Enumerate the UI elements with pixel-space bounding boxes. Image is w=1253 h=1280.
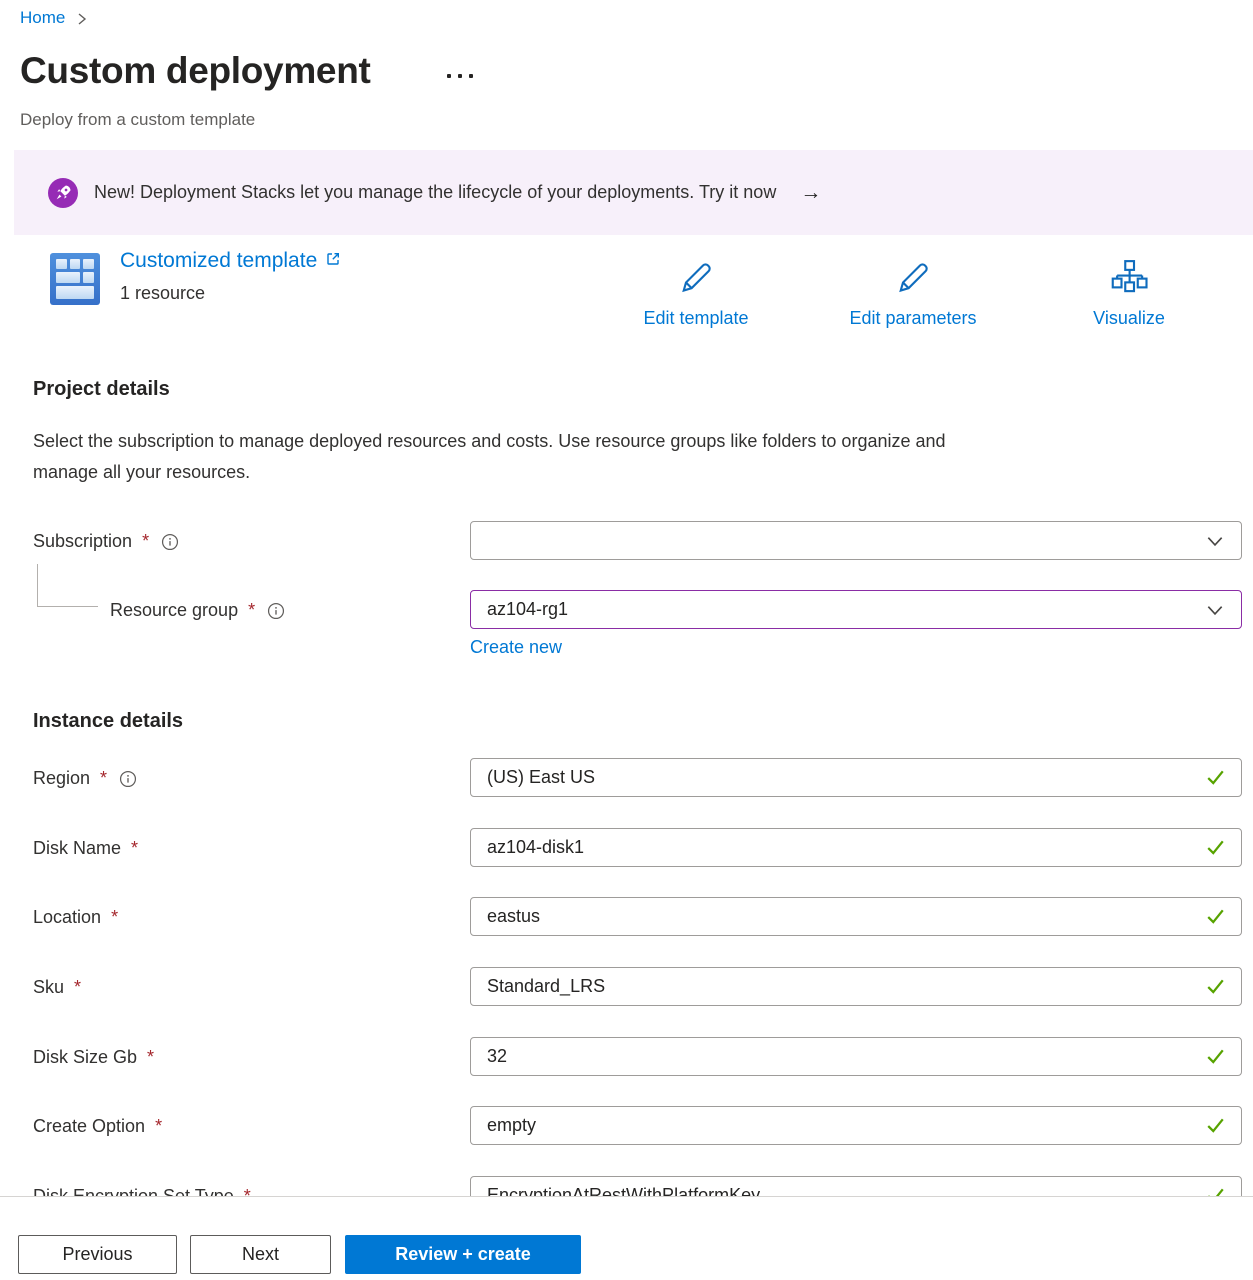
disk-size-gb-label: Disk Size Gb*: [33, 1047, 154, 1068]
region-input[interactable]: (US) East US: [470, 758, 1242, 797]
instance-details-heading: Instance details: [33, 710, 183, 733]
sku-input[interactable]: Standard_LRS: [470, 967, 1242, 1006]
deployment-stacks-banner[interactable]: New! Deployment Stacks let you manage th…: [14, 150, 1253, 235]
description-line-2: manage all your resources.: [33, 457, 1193, 488]
more-menu-icon[interactable]: [447, 74, 473, 78]
subscription-dropdown[interactable]: [470, 521, 1242, 560]
sku-label: Sku*: [33, 977, 81, 998]
create-option-input[interactable]: empty: [470, 1106, 1242, 1145]
chevron-down-icon: [1205, 600, 1225, 620]
subscription-label: Subscription*: [33, 531, 179, 552]
region-label: Region*: [33, 768, 137, 789]
banner-text: New! Deployment Stacks let you manage th…: [94, 182, 776, 203]
valid-check-icon: [1206, 978, 1225, 995]
chevron-down-icon: [1205, 531, 1225, 551]
disk-name-input[interactable]: az104-disk1: [470, 828, 1242, 867]
disk-name-label: Disk Name*: [33, 838, 138, 859]
required-asterisk: *: [147, 1047, 154, 1068]
pencil-icon: [676, 258, 716, 303]
valid-check-icon: [1206, 908, 1225, 925]
org-chart-icon: [1109, 258, 1149, 303]
template-icon: [50, 253, 100, 305]
required-asterisk: *: [74, 977, 81, 998]
customized-template-link[interactable]: Customized template: [120, 249, 341, 273]
location-label: Location*: [33, 907, 118, 928]
valid-check-icon: [1206, 1048, 1225, 1065]
rocket-icon: [48, 178, 78, 208]
pencil-icon: [893, 258, 933, 303]
create-option-label: Create Option*: [33, 1116, 162, 1137]
template-resource-count: 1 resource: [120, 283, 205, 304]
description-line-1: Select the subscription to manage deploy…: [33, 426, 1193, 457]
required-asterisk: *: [131, 838, 138, 859]
resource-group-dropdown[interactable]: az104-rg1: [470, 590, 1242, 629]
required-asterisk: *: [155, 1116, 162, 1137]
review-create-button[interactable]: Review + create: [345, 1235, 581, 1274]
valid-check-icon: [1206, 839, 1225, 856]
chevron-right-icon: [75, 12, 89, 26]
breadcrumb: Home: [20, 8, 89, 28]
page-subtitle: Deploy from a custom template: [20, 110, 255, 130]
info-icon[interactable]: [119, 770, 137, 788]
arrow-right-icon[interactable]: →: [800, 181, 821, 205]
external-link-icon: [325, 249, 341, 273]
project-details-description: Select the subscription to manage deploy…: [33, 426, 1193, 488]
create-new-link[interactable]: Create new: [470, 637, 562, 658]
visualize-label: Visualize: [1093, 308, 1165, 329]
required-asterisk: *: [248, 600, 255, 621]
required-asterisk: *: [142, 531, 149, 552]
required-asterisk: *: [111, 907, 118, 928]
edit-template-button[interactable]: Edit template: [606, 258, 786, 329]
valid-check-icon: [1206, 1117, 1225, 1134]
valid-check-icon: [1206, 769, 1225, 786]
tree-connector-line: [37, 564, 98, 607]
resource-group-value: az104-rg1: [487, 599, 568, 620]
customized-template-label: Customized template: [120, 249, 317, 273]
required-asterisk: *: [100, 768, 107, 789]
disk-size-gb-input[interactable]: 32: [470, 1037, 1242, 1076]
resource-group-label: Resource group*: [110, 600, 285, 621]
next-button[interactable]: Next: [190, 1235, 331, 1274]
edit-template-label: Edit template: [643, 308, 748, 329]
location-input[interactable]: eastus: [470, 897, 1242, 936]
project-details-heading: Project details: [33, 378, 170, 401]
edit-parameters-label: Edit parameters: [849, 308, 976, 329]
previous-button[interactable]: Previous: [18, 1235, 177, 1274]
breadcrumb-home-link[interactable]: Home: [20, 8, 65, 28]
visualize-button[interactable]: Visualize: [1039, 258, 1219, 329]
page-title: Custom deployment: [20, 50, 371, 92]
edit-parameters-button[interactable]: Edit parameters: [823, 258, 1003, 329]
info-icon[interactable]: [267, 602, 285, 620]
info-icon[interactable]: [161, 533, 179, 551]
footer-bar: Previous Next Review + create: [0, 1196, 1253, 1280]
